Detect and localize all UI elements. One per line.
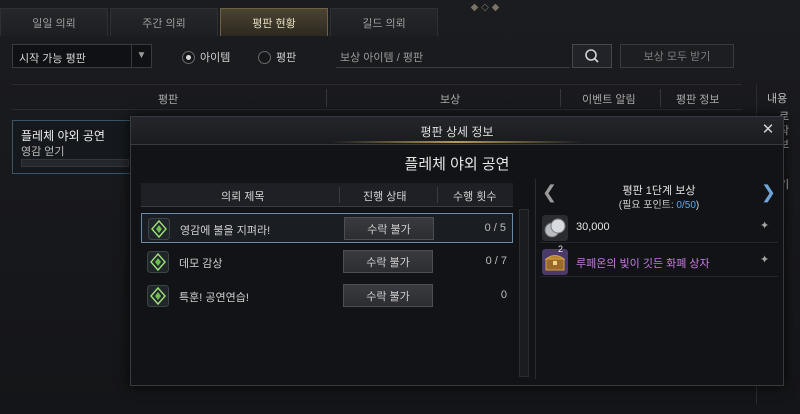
reputation-progress-bar [21,159,129,167]
reputation-filter-select[interactable]: 시작 가능 평판 ▼ [12,44,152,68]
quest-emblem-icon [147,251,169,273]
reputation-detail-dialog: 평판 상세 정보 ✕ 플레체 야외 공연 의뢰 제목 진행 상태 수행 횟수 영… [130,116,784,386]
points-value: 0/50 [676,200,696,211]
reward-panel: ❮ 평판 1단계 보상 (필요 포인트: 0/50) ❯ 30,000 ✦ 2 … [535,179,781,379]
required-points: (필요 포인트: 0/50) [536,196,782,211]
tab-daily-quest[interactable]: 일일 의뢰 [0,8,108,36]
quest-scrollbar[interactable] [519,209,529,377]
reward-name: 30,000 [576,221,610,233]
quest-table: 의뢰 제목 진행 상태 수행 횟수 영감에 불을 지펴라! 수락 불가 0 / … [141,183,531,379]
radio-reputation-label: 평판 [276,52,297,64]
reputation-title: 플레체 야외 공연 [404,156,510,173]
silver-coins-icon [542,215,568,241]
reputation-name: 플레체 야외 공연 [21,129,105,143]
quest-title: 영감에 불을 지펴라! [180,225,271,237]
accept-quest-button[interactable]: 수락 불가 [343,284,433,307]
tab-bar: 일일 의뢰 주간 의뢰 평판 현황 길드 의뢰 [0,8,480,36]
column-reward: 보상 [440,94,461,106]
tab-guild-quest[interactable]: 길드 의뢰 [330,8,438,36]
radio-reputation[interactable]: 평판 [258,49,296,65]
column-event-alert: 이벤트 알림 [582,94,636,106]
reputation-table-header: 평판 보상 이벤트 알림 평판 정보 [12,84,742,110]
reward-item[interactable]: 2 루페온의 빛이 깃든 화폐 상자 ✦ [540,244,778,277]
quest-title: 데모 감상 [179,258,223,270]
reward-item[interactable]: 30,000 ✦ [540,213,778,243]
search-input[interactable]: 보상 아이템 / 평판 [336,44,570,68]
side-panel-title: 내용 [767,93,788,105]
quest-emblem-icon [147,285,169,307]
chevron-down-icon[interactable]: ▼ [131,45,151,67]
accept-quest-button[interactable]: 수락 불가 [343,250,433,273]
column-reputation-info: 평판 정보 [676,94,720,106]
tab-weekly-quest[interactable]: 주간 의뢰 [110,8,218,36]
quest-count: 0 [500,289,507,301]
quest-title: 특훈! 공연연습! [179,292,249,304]
column-status: 진행 상태 [363,191,407,203]
accept-quest-button[interactable]: 수락 불가 [344,217,434,240]
search-icon [585,49,599,63]
pin-icon[interactable]: ✦ [760,253,774,267]
close-icon[interactable]: ✕ [759,121,777,139]
divider [326,89,327,107]
dialog-title: 평판 상세 정보 [420,125,494,139]
points-close: ) [695,200,700,211]
quest-row[interactable]: 특훈! 공연연습! 수락 불가 0 [141,281,513,311]
reward-panel-header: ❮ 평판 1단계 보상 (필요 포인트: 0/50) ❯ [536,179,782,211]
quest-table-header: 의뢰 제목 진행 상태 수행 횟수 [141,183,513,207]
divider [660,89,661,107]
reward-name: 루페온의 빛이 깃든 화폐 상자 [576,258,710,270]
column-quest-title: 의뢰 제목 [221,191,265,203]
points-label: (필요 포인트: [618,200,677,211]
receive-all-rewards-button[interactable]: 보상 모두 받기 [620,44,734,68]
chevron-right-icon[interactable]: ❯ [761,182,776,203]
search-button[interactable] [572,44,612,68]
divider [339,187,340,203]
radio-item-label: 아이템 [200,52,231,64]
pin-icon[interactable]: ✦ [760,219,774,233]
select-value: 시작 가능 평판 [19,53,86,65]
radio-unchecked-icon [258,50,271,64]
divider [560,89,561,107]
quest-count: 0 / 7 [485,255,507,267]
quest-row[interactable]: 데모 감상 수락 불가 0 / 7 [141,247,513,277]
divider [437,187,438,203]
title-underline [331,141,583,143]
quest-emblem-icon [148,218,170,240]
reward-quantity: 2 [558,244,564,254]
quest-count: 0 / 5 [484,222,506,234]
column-count: 수행 횟수 [453,191,497,203]
filter-row: 시작 가능 평판 ▼ 아이템 평판 보상 아이템 / 평판 보상 모두 받기 [0,44,800,70]
treasure-chest-icon [542,249,568,275]
quest-row[interactable]: 영감에 불을 지펴라! 수락 불가 0 / 5 [141,213,513,243]
reputation-list-item[interactable]: 플레체 야외 공연 영감 얻기 [12,120,132,174]
dialog-header: 평판 상세 정보 ✕ [131,117,783,145]
column-reputation: 평판 [158,94,179,106]
radio-item[interactable]: 아이템 [182,49,230,65]
tab-reputation-status[interactable]: 평판 현황 [220,8,328,36]
radio-checked-icon [182,50,195,64]
reputation-sub: 영감 얻기 [21,146,65,158]
